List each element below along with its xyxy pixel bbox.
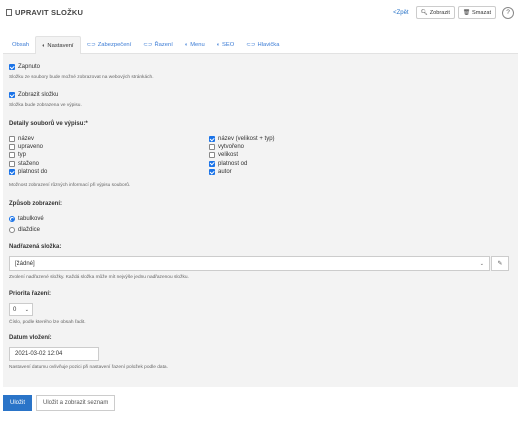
zobrazit-label: Zobrazit složku: [18, 92, 59, 98]
tab-label: Menu: [190, 42, 205, 48]
detail-label: velikost: [218, 152, 239, 159]
zobrazit-checkbox[interactable]: [9, 92, 15, 98]
save-button[interactable]: Uložit: [3, 395, 33, 411]
detail-checkbox-platnost-od[interactable]: [209, 160, 215, 167]
help-button[interactable]: ?: [502, 6, 514, 19]
tab-obsah[interactable]: Obsah: [6, 36, 35, 54]
detail-checkbox-nazev-velikost-typ[interactable]: [209, 136, 215, 142]
zapnuto-field: Zapnuto: [9, 64, 40, 70]
save-and-list-button[interactable]: Uložit a zobrazit seznam: [36, 395, 116, 411]
link-icon: ⊂⊃: [143, 42, 153, 48]
radio-label: tabulkové: [18, 216, 44, 222]
detail-label: vytvořeno: [218, 144, 245, 151]
tab-label: Obsah: [12, 42, 30, 48]
tab-razeni[interactable]: ⊂⊃ Řazení: [137, 36, 179, 54]
tab-label: Nastavení: [47, 42, 74, 49]
datum-help: Nastavení datumu ovlivňuje pozici při na…: [9, 365, 168, 370]
priority-value: 0: [13, 306, 17, 313]
back-link[interactable]: <Zpět: [393, 10, 409, 16]
settings-panel: Zapnuto Složku ze soubory bude možné zob…: [3, 54, 518, 387]
parent-folder-value: [žádné]: [15, 260, 35, 267]
nadrazena-label: Nadřazená složka:: [9, 244, 62, 250]
page-header: UPRAVIT SLOŽKU <Zpět 🔍︎ Zobrazit 🗑︎ Smaz…: [0, 0, 520, 26]
datum-label: Datum vložení:: [9, 335, 52, 341]
zobrazit-field: Zobrazit složku: [9, 92, 58, 98]
zapnuto-help: Složku ze soubory bude možné zobrazovat …: [9, 75, 154, 80]
chevron-down-icon: ⌄: [24, 306, 29, 313]
document-icon: [6, 9, 12, 16]
detail-checkbox-autor[interactable]: [209, 168, 215, 175]
tab-label: Hlavička: [257, 42, 280, 48]
detail-checkbox-velikost[interactable]: [209, 152, 215, 159]
tab-zabezpeceni[interactable]: ⊂⊃ Zabezpečení: [81, 36, 138, 54]
zapnuto-label: Zapnuto: [18, 64, 41, 70]
detail-checkbox-nazev[interactable]: [9, 136, 15, 142]
toggle-icon: ◐: [42, 42, 46, 49]
nadrazena-help: Zvolení nadřazené složky. Každá složka m…: [9, 275, 189, 280]
toggle-icon: ◐: [216, 42, 221, 48]
page-title: UPRAVIT SLOŽKU: [6, 8, 83, 17]
show-button[interactable]: 🔍︎ Zobrazit: [415, 6, 455, 19]
detail-label: název: [18, 136, 35, 142]
edit-parent-button[interactable]: ✎: [491, 256, 509, 271]
details-label: Detaily souborů ve výpisu:*: [9, 121, 88, 127]
tab-menu[interactable]: ◐ Menu: [179, 36, 211, 54]
detail-checkbox-stazeno[interactable]: [9, 160, 15, 167]
page-title-text: UPRAVIT SLOŽKU: [15, 8, 84, 17]
detail-label: upraveno: [18, 144, 44, 151]
priorita-label: Priorita řazení:: [9, 291, 52, 297]
search-icon: 🔍︎: [420, 9, 428, 16]
tab-hlavicka[interactable]: ⊂⊃ Hlavička: [240, 36, 285, 54]
detail-label: název (velikost + typ): [218, 136, 275, 142]
zpusob-label: Způsob zobrazení:: [9, 201, 62, 207]
tab-seo[interactable]: ◐ SEO: [211, 36, 241, 54]
tab-label: Zabezpečení: [97, 42, 132, 48]
pencil-icon: ✎: [497, 261, 503, 267]
link-icon: ⊂⊃: [86, 42, 96, 48]
zobrazit-help: Složka bude zobrazena ve výpisu.: [9, 103, 82, 108]
show-button-label: Zobrazit: [429, 9, 450, 16]
radio-dlazdice[interactable]: [9, 227, 15, 233]
details-help: Možnost zobrazení různých informací při …: [9, 183, 131, 188]
date-input[interactable]: 2021-03-02 12:04: [9, 347, 99, 361]
tab-nastaveni[interactable]: ◐ Nastavení: [35, 36, 81, 55]
trash-icon: 🗑︎: [462, 9, 471, 16]
detail-checkbox-platnost-do[interactable]: [9, 168, 15, 175]
details-right-column: název (velikost + typ) vytvořeno velikos…: [209, 136, 275, 175]
radio-tabulkove[interactable]: [9, 216, 15, 222]
detail-label: platnost od: [218, 160, 248, 167]
priority-select[interactable]: 0 ⌄: [9, 303, 33, 316]
radio-label: dlaždice: [18, 227, 41, 233]
detail-label: autor: [218, 168, 232, 175]
details-left-column: název upraveno typ staženo platnost do: [9, 136, 47, 175]
toggle-icon: ◐: [184, 42, 189, 48]
zpusob-options: tabulkové dlaždice: [9, 216, 44, 233]
header-actions: <Zpět 🔍︎ Zobrazit 🗑︎ Smazat ?: [393, 6, 514, 19]
parent-folder-select[interactable]: [žádné] ⌄: [9, 256, 490, 271]
detail-label: staženo: [18, 160, 40, 167]
detail-label: typ: [18, 152, 27, 159]
detail-checkbox-typ[interactable]: [9, 152, 15, 159]
delete-button[interactable]: 🗑︎ Smazat: [457, 6, 496, 19]
tabs-bar: Obsah ◐ Nastavení ⊂⊃ Zabezpečení ⊂⊃ Řaze…: [3, 33, 518, 55]
detail-label: platnost do: [18, 168, 48, 175]
tab-label: Řazení: [154, 42, 173, 48]
detail-checkbox-upraveno[interactable]: [9, 144, 15, 151]
priorita-help: Číslo, podle kterého lze obsah řadit.: [9, 320, 86, 325]
tab-label: SEO: [222, 42, 235, 48]
link-icon: ⊂⊃: [246, 42, 256, 48]
chevron-down-icon: ⌄: [479, 260, 484, 267]
detail-checkbox-vytvoreno[interactable]: [209, 144, 215, 151]
zapnuto-checkbox[interactable]: [9, 64, 15, 70]
footer-actions: Uložit Uložit a zobrazit seznam: [3, 395, 116, 411]
delete-button-label: Smazat: [472, 9, 491, 16]
